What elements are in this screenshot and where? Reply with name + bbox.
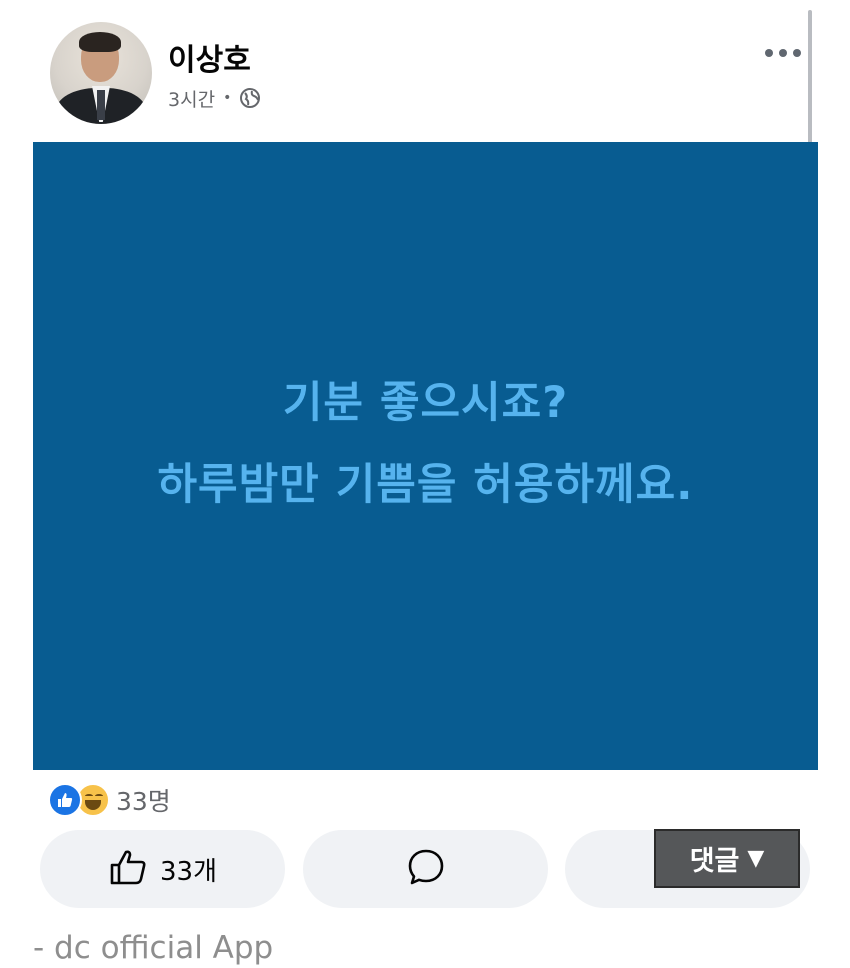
- haha-eye: [85, 794, 93, 798]
- avatar-hair: [79, 32, 121, 52]
- author-avatar[interactable]: [50, 22, 152, 124]
- author-name[interactable]: 이상호: [168, 35, 251, 79]
- more-dot: [779, 49, 787, 57]
- comment-toggle-overlay[interactable]: 댓글 ▼: [654, 829, 800, 888]
- more-options-button[interactable]: [760, 38, 806, 68]
- like-button[interactable]: 33개: [40, 830, 285, 908]
- more-horizontal-icon: [765, 49, 773, 57]
- like-count-label: 33개: [159, 856, 217, 887]
- post-image-line: 하루밤만 기쁨을 허용하께요.: [157, 460, 694, 510]
- post-header: 이상호 3시간 •: [0, 0, 850, 140]
- source-footer: - dc official App: [33, 930, 274, 966]
- post-meta: 3시간 •: [168, 85, 261, 111]
- avatar-tie: [97, 90, 105, 120]
- haha-eye: [95, 794, 103, 798]
- meta-separator: •: [223, 90, 232, 106]
- globe-icon: [239, 87, 261, 109]
- thumbs-up-icon: [108, 847, 148, 891]
- reaction-count[interactable]: 33명: [116, 782, 171, 818]
- post-image-text: 기분 좋으시죠? 하루밤만 기쁨을 허용하께요.: [158, 362, 694, 526]
- more-dot: [793, 49, 801, 57]
- haha-mouth: [85, 800, 101, 810]
- comment-button[interactable]: [303, 830, 548, 908]
- post-image-line: 기분 좋으시죠?: [282, 378, 569, 428]
- comment-toggle-label: 댓글: [689, 846, 740, 877]
- post-image[interactable]: 기분 좋으시죠? 하루밤만 기쁨을 허용하께요.: [33, 142, 818, 770]
- triangle-down-icon: ▼: [747, 846, 765, 871]
- reaction-summary[interactable]: 33명: [48, 782, 171, 818]
- comment-bubble-icon: [405, 846, 447, 892]
- post-timestamp[interactable]: 3시간: [168, 85, 215, 112]
- like-reaction-icon: [48, 783, 82, 817]
